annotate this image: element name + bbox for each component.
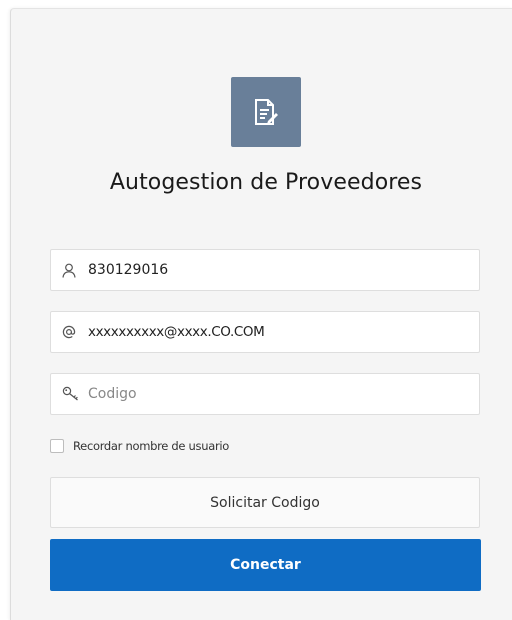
page-title: Autogestion de Proveedores	[109, 170, 423, 195]
username-value[interactable]: 830129016	[88, 262, 168, 278]
user-icon	[62, 263, 88, 278]
app-logo	[231, 77, 301, 147]
connect-button[interactable]: Conectar	[50, 539, 481, 591]
key-icon	[62, 386, 88, 402]
email-value[interactable]: xxxxxxxxxx@xxxx.CO.COM	[88, 324, 265, 340]
document-edit-icon	[253, 98, 279, 126]
code-input[interactable]	[88, 386, 468, 402]
login-page: Autogestion de Proveedores 830129016 xxx…	[0, 0, 512, 620]
remember-label: Recordar nombre de usuario	[73, 439, 230, 453]
at-sign-icon	[62, 325, 88, 339]
request-code-button[interactable]: Solicitar Codigo	[50, 477, 480, 528]
remember-username[interactable]: Recordar nombre de usuario	[50, 437, 229, 455]
username-field[interactable]: 830129016	[50, 249, 480, 291]
remember-checkbox[interactable]	[50, 439, 64, 453]
email-field[interactable]: xxxxxxxxxx@xxxx.CO.COM	[50, 311, 480, 353]
code-field[interactable]	[50, 373, 480, 415]
